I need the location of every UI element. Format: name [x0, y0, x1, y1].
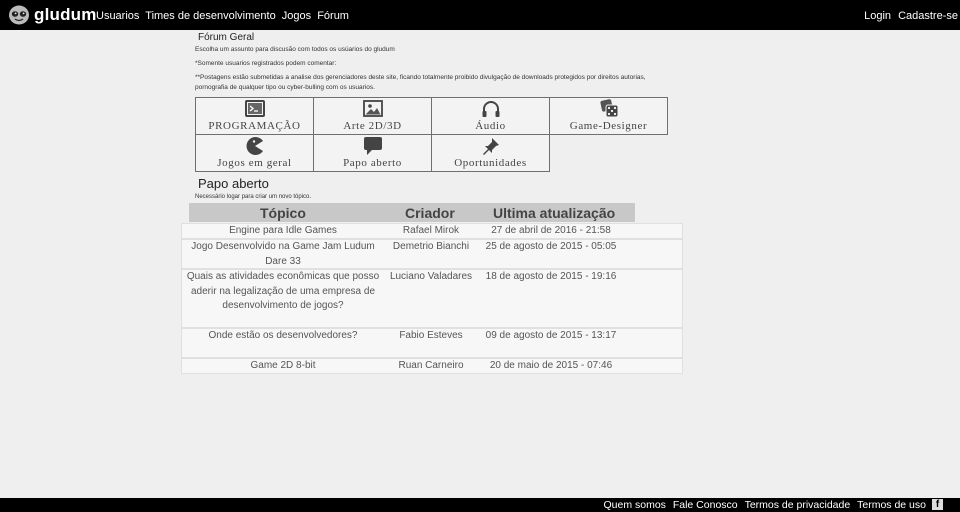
category-oportunidades[interactable]: Oportunidades [431, 134, 550, 172]
nav-forum[interactable]: Fórum [317, 10, 349, 22]
category-label: Papo aberto [343, 157, 402, 169]
chat-bubble-icon [363, 137, 382, 155]
table-row[interactable]: Quais as atividades econômicas que posso… [181, 269, 683, 328]
topics-table-header: Tópico Criador Ultima atualização [189, 203, 635, 222]
signup-link[interactable]: Cadastre-se [898, 10, 958, 22]
footer-quem-somos[interactable]: Quem somos [603, 499, 665, 511]
facebook-icon[interactable]: f [932, 499, 943, 510]
brand-name[interactable]: gludum [34, 5, 97, 25]
topic-title[interactable]: Quais as atividades econômicas que posso… [182, 270, 384, 314]
topic-updated: 09 de agosto de 2015 - 13:17 [485, 330, 617, 341]
login-link[interactable]: Login [864, 10, 891, 22]
dice-icon [599, 99, 618, 118]
forum-registration-note: *Somente usuarios registrados podem come… [195, 60, 337, 67]
header-criador: Criador [405, 205, 455, 221]
table-row[interactable]: Onde estão os desenvolvedores? Fabio Est… [181, 328, 683, 358]
main-nav: Usuarios Times de desenvolvimento Jogos … [96, 10, 352, 22]
topic-creator: Ruan Carneiro [398, 360, 464, 371]
category-game-designer[interactable]: Game-Designer [549, 97, 668, 135]
footer-termos-uso[interactable]: Termos de uso [857, 499, 926, 511]
topic-updated: 27 de abril de 2016 - 21:58 [491, 225, 611, 236]
table-row[interactable]: Game 2D 8-bit Ruan Carneiro 20 de maio d… [181, 358, 683, 374]
pushpin-icon [482, 138, 499, 155]
topic-updated: 18 de agosto de 2015 - 19:16 [485, 271, 617, 282]
pacman-icon [246, 137, 263, 155]
footer-privacidade[interactable]: Termos de privacidade [745, 499, 851, 511]
table-row[interactable]: Engine para Idle Games Rafael Mirok 27 d… [181, 223, 683, 239]
section-title: Papo aberto [198, 176, 269, 191]
topic-title[interactable]: Jogo Desenvolvido na Game Jam Ludum Dare… [182, 240, 384, 269]
topic-title[interactable]: Game 2D 8-bit [182, 359, 384, 374]
login-required-note: Necessário logar para criar um novo tópi… [195, 194, 312, 200]
topic-title[interactable]: Engine para Idle Games [182, 224, 384, 239]
headphones-icon [482, 101, 499, 117]
image-icon [362, 100, 383, 117]
category-audio[interactable]: Áudio [431, 97, 550, 135]
category-label: Jogos em geral [217, 157, 292, 169]
topic-creator: Luciano Valadares [389, 271, 473, 282]
forum-intro: Escolha um assunto para discusão com tod… [195, 46, 395, 53]
header-atualizacao: Ultima atualização [493, 205, 616, 221]
alien-logo-icon[interactable] [8, 5, 30, 25]
nav-jogos[interactable]: Jogos [282, 10, 311, 22]
category-label: Áudio [475, 120, 506, 132]
category-jogos[interactable]: Jogos em geral [195, 134, 314, 172]
category-label: PROGRAMAÇÃO [208, 120, 301, 132]
topic-updated: 20 de maio de 2015 - 07:46 [489, 360, 613, 371]
nav-usuarios[interactable]: Usuarios [96, 10, 139, 22]
topic-creator: Demetrio Bianchi [392, 241, 470, 252]
category-label: Game-Designer [569, 120, 648, 132]
category-programacao[interactable]: PROGRAMAÇÃO [195, 97, 314, 135]
footer-links: Quem somos Fale Conosco Termos de privac… [599, 499, 926, 511]
category-papo-aberto[interactable]: Papo aberto [313, 134, 432, 172]
topic-title[interactable]: Onde estão os desenvolvedores? [182, 329, 384, 344]
auth-links: Login Cadastre-se [860, 10, 958, 22]
footer-bar: Quem somos Fale Conosco Termos de privac… [0, 498, 960, 512]
topic-updated: 25 de agosto de 2015 - 05:05 [485, 241, 617, 252]
category-label: Oportunidades [454, 157, 527, 169]
page-title: Fórum Geral [198, 32, 255, 43]
category-label: Arte 2D/3D [343, 120, 402, 132]
footer-fale-conosco[interactable]: Fale Conosco [673, 499, 738, 511]
top-navbar: gludum Usuarios Times de desenvolvimento… [0, 0, 960, 30]
header-topico: Tópico [260, 205, 306, 221]
category-arte[interactable]: Arte 2D/3D [313, 97, 432, 135]
forum-policy-note: **Postagens estão submetidas a analise d… [195, 74, 646, 91]
topic-creator: Rafael Mirok [402, 225, 460, 236]
nav-times[interactable]: Times de desenvolvimento [145, 10, 275, 22]
terminal-icon [244, 100, 265, 117]
topic-creator: Fabio Esteves [399, 330, 463, 341]
table-row[interactable]: Jogo Desenvolvido na Game Jam Ludum Dare… [181, 239, 683, 269]
